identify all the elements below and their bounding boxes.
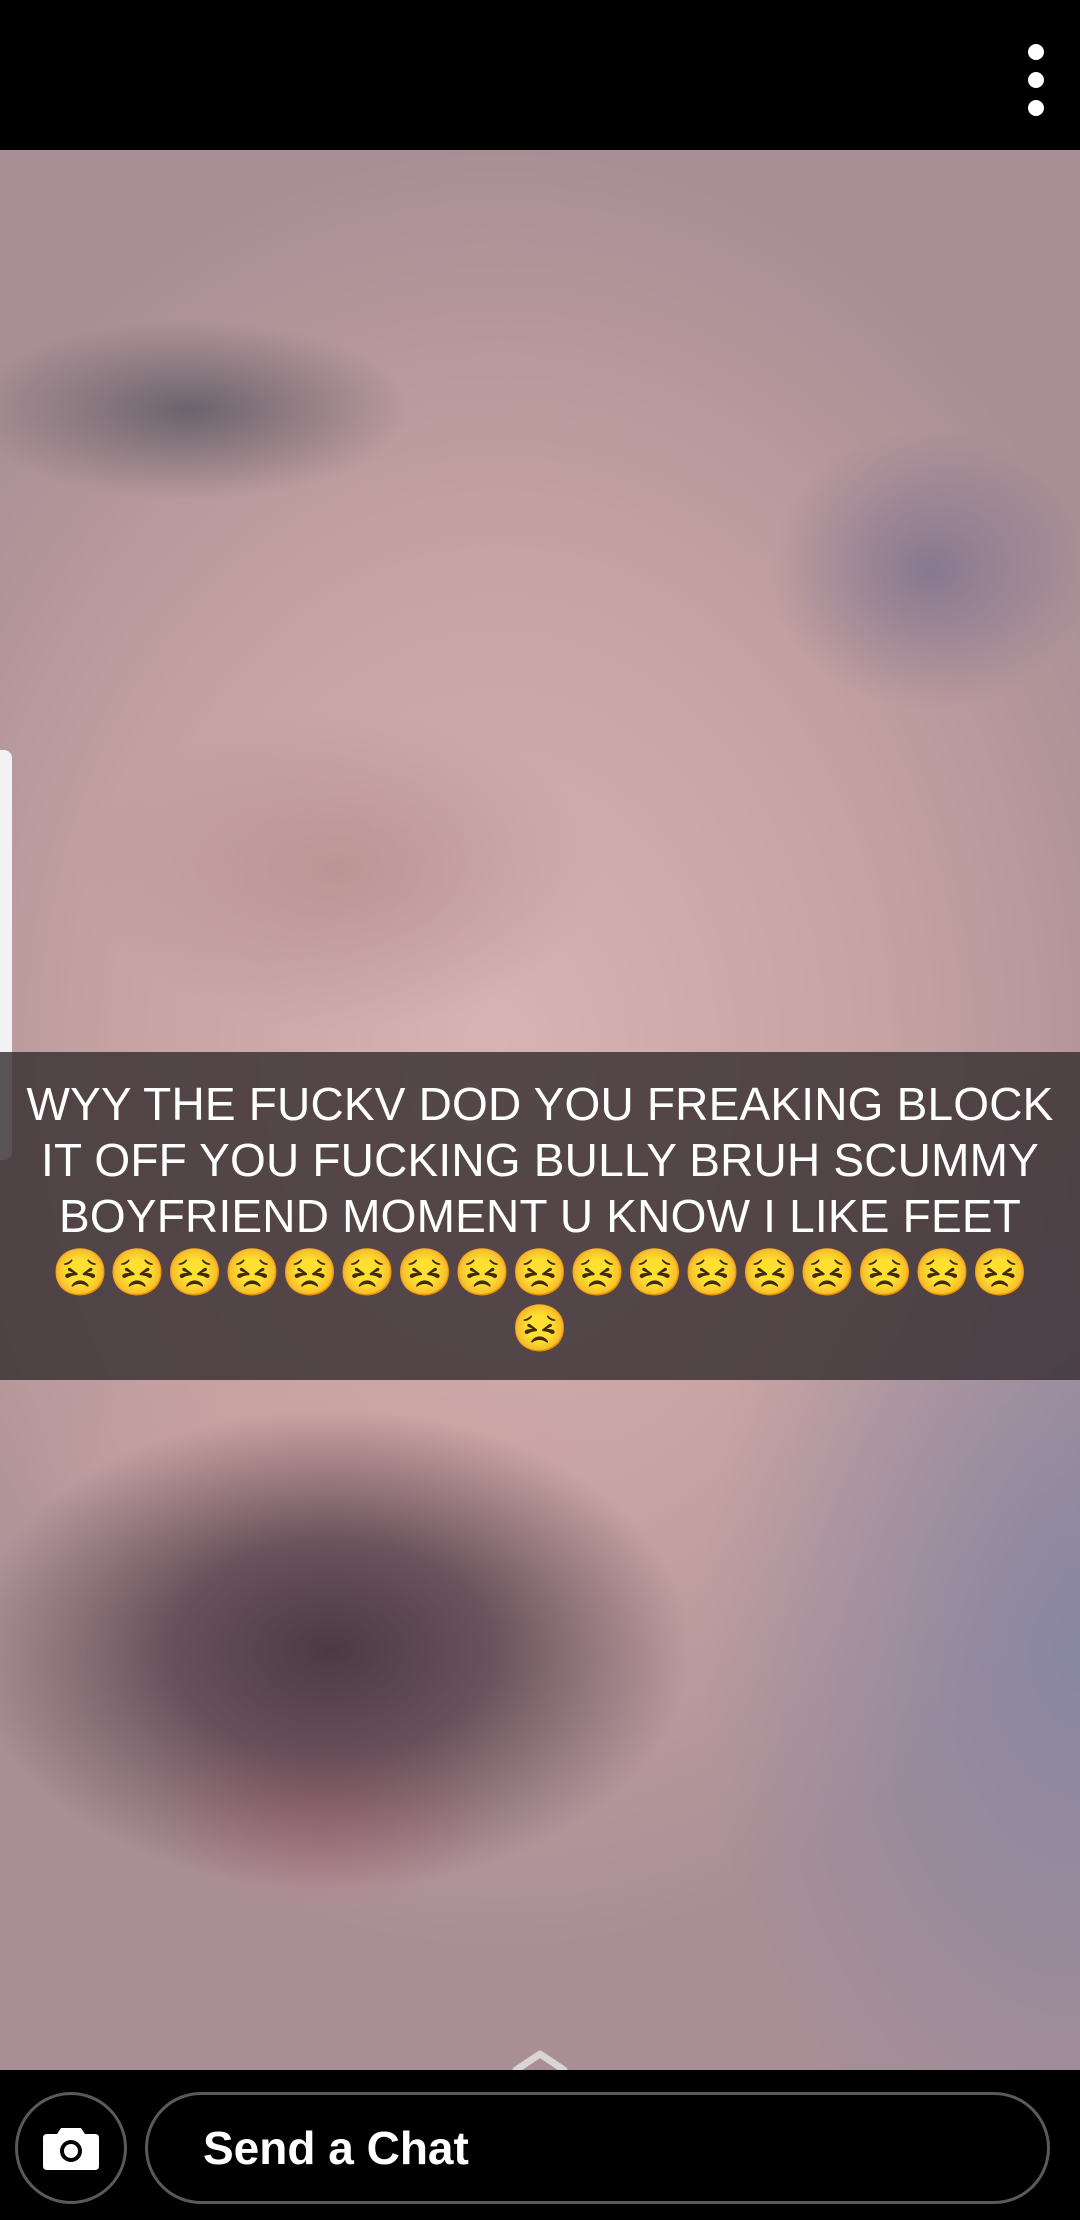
snap-caption-text: WYY THE FUCKV DOD YOU FREAKING BLOCK IT … [26,1078,1054,1354]
send-chat-input[interactable]: Send a Chat [145,2092,1050,2204]
top-bar [0,0,1080,150]
more-options-button[interactable] [1018,44,1054,116]
snap-photo[interactable]: WYY THE FUCKV DOD YOU FREAKING BLOCK IT … [0,150,1080,2070]
camera-button[interactable] [15,2092,127,2204]
snap-caption-bar: WYY THE FUCKV DOD YOU FREAKING BLOCK IT … [0,1052,1080,1380]
send-chat-placeholder: Send a Chat [203,2122,469,2174]
snap-viewer-screen: WYY THE FUCKV DOD YOU FREAKING BLOCK IT … [0,0,1080,2220]
bottom-chat-bar: Send a Chat [0,2070,1080,2220]
camera-icon [43,2128,99,2170]
